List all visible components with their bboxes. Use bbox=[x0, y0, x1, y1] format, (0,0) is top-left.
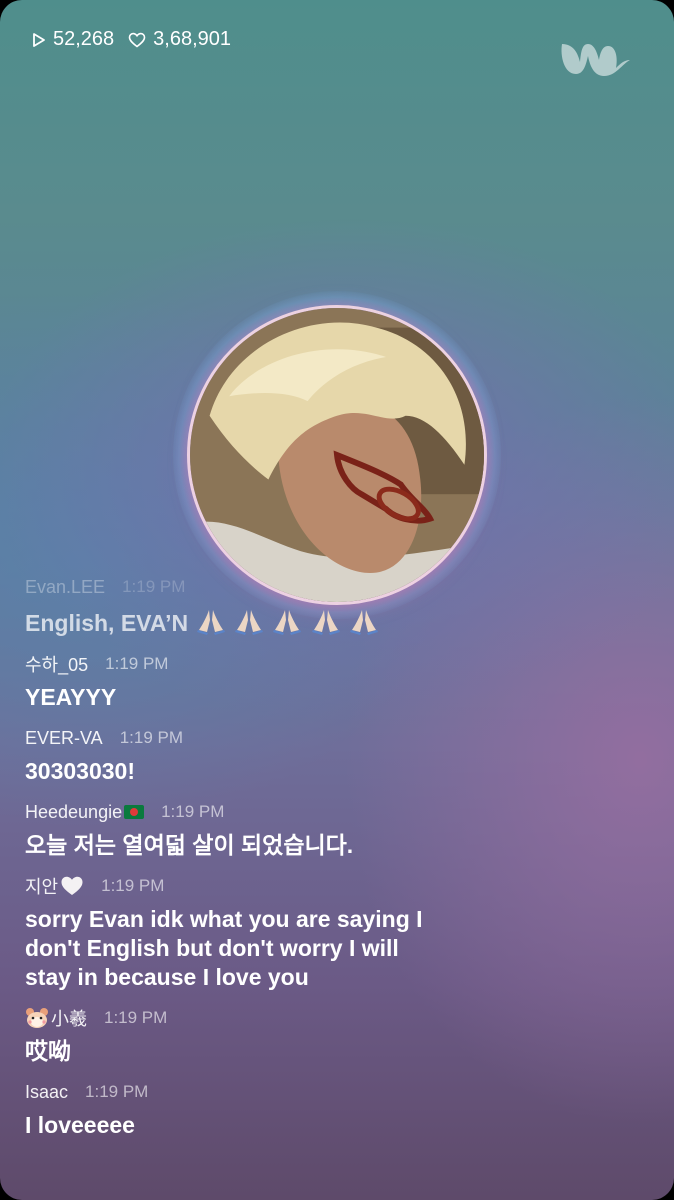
chat-username[interactable]: 小羲 bbox=[25, 1005, 87, 1031]
chat-message: 지안 1:19 PM sorry Evan idk what you are s… bbox=[25, 874, 655, 992]
chat-timestamp: 1:19 PM bbox=[105, 654, 169, 673]
hamster-face-icon bbox=[26, 1008, 48, 1028]
profile-photo-icon bbox=[190, 308, 484, 602]
weverse-logo[interactable] bbox=[556, 34, 636, 86]
chat-timestamp: 1:19 PM bbox=[85, 1082, 149, 1101]
chat-text: 오늘 저는 열여덟 살이 되었습니다. bbox=[25, 832, 354, 858]
heart-icon bbox=[128, 32, 146, 47]
play-count-value: 52,268 bbox=[53, 28, 115, 50]
chat-username[interactable]: Isaac bbox=[25, 1082, 68, 1103]
chat-text: YEAYYY bbox=[25, 684, 117, 710]
chat-timestamp: 1:19 PM bbox=[119, 728, 183, 747]
folded-hands-icon bbox=[195, 610, 381, 636]
like-count: 3,68,901 bbox=[128, 28, 231, 51]
play-icon bbox=[33, 32, 45, 47]
chat-text: 哎呦 bbox=[25, 1038, 71, 1064]
host-avatar[interactable] bbox=[173, 291, 501, 619]
chat-username[interactable]: 수하_05 bbox=[25, 651, 88, 677]
chat-timestamp: 1:19 PM bbox=[104, 1008, 168, 1027]
chat-text: 30303030! bbox=[25, 758, 135, 784]
chat-timestamp: 1:19 PM bbox=[161, 802, 225, 821]
chat-timestamp: 1:19 PM bbox=[122, 577, 186, 596]
chat-list[interactable]: Evan.LEE 1:19 PM English, EVA’N 수하_05 1:… bbox=[25, 575, 655, 1154]
chat-username[interactable]: EVER-VA bbox=[25, 728, 103, 749]
live-screen: 52,268 3,68,901 Evan.LEE 1:19 PM English… bbox=[0, 0, 674, 1200]
chat-username[interactable]: Heedeungie bbox=[25, 802, 145, 823]
chat-message: 수하_05 1:19 PM YEAYYY bbox=[25, 652, 655, 712]
chat-message: EVER-VA 1:19 PM 30303030! bbox=[25, 726, 655, 786]
chat-message: 小羲 1:19 PM 哎呦 bbox=[25, 1006, 655, 1066]
chat-message: Isaac 1:19 PM I loveeeee bbox=[25, 1080, 655, 1140]
weverse-logo-icon bbox=[561, 44, 630, 76]
chat-message: Evan.LEE 1:19 PM English, EVA’N bbox=[25, 575, 655, 638]
like-count-value: 3,68,901 bbox=[153, 28, 232, 50]
chat-text: English, EVA’N bbox=[25, 606, 655, 638]
stats-bar: 52,268 3,68,901 bbox=[32, 28, 245, 51]
chat-timestamp: 1:19 PM bbox=[101, 876, 165, 895]
chat-text: I loveeeee bbox=[25, 1112, 135, 1138]
chat-text: sorry Evan idk what you are saying I don… bbox=[25, 906, 423, 990]
white-heart-icon bbox=[61, 876, 83, 895]
bangladesh-flag-icon bbox=[124, 805, 145, 819]
avatar-photo bbox=[187, 305, 487, 605]
play-count: 52,268 bbox=[32, 28, 114, 51]
chat-username[interactable]: 지안 bbox=[25, 873, 84, 899]
chat-message: Heedeungie 1:19 PM 오늘 저는 열여덟 살이 되었습니다. bbox=[25, 800, 655, 860]
chat-username[interactable]: Evan.LEE bbox=[25, 577, 105, 598]
